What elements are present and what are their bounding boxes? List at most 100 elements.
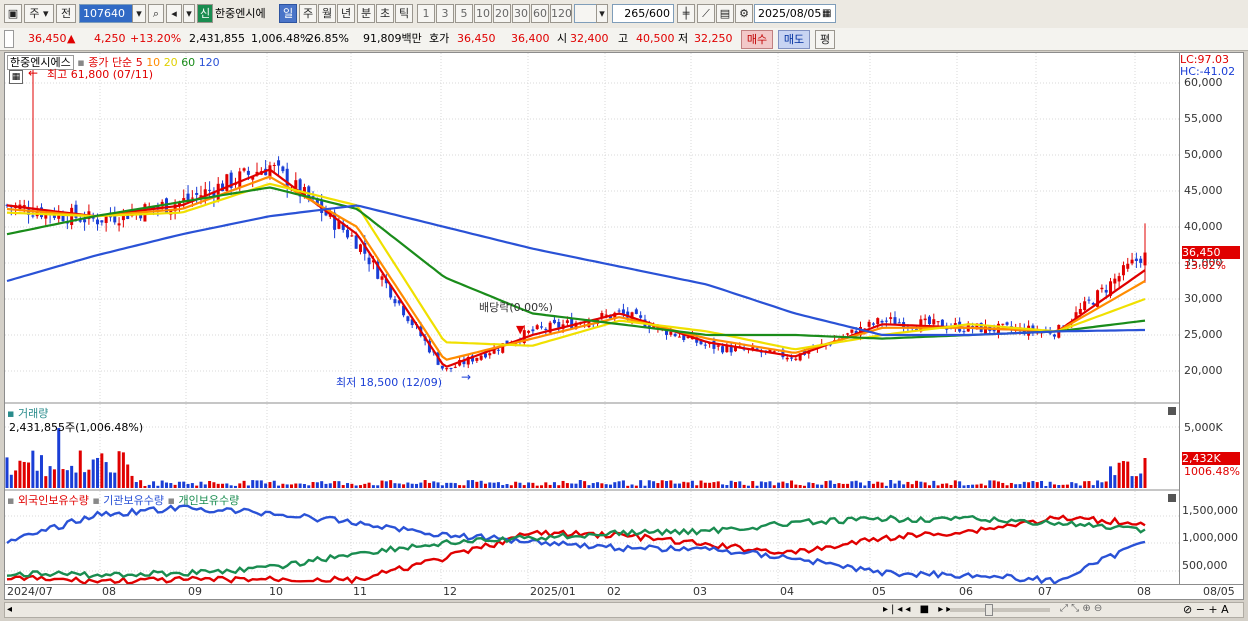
volume-bar [264,483,268,488]
zoom-controls[interactable]: ⊘ − + A [1183,603,1229,616]
volume-bar [78,450,82,488]
volume-bar [902,484,906,488]
minute-dropdown-icon[interactable]: ▾ [596,4,608,23]
volume-bar [134,482,138,488]
period-second-button[interactable]: 초 [376,4,394,23]
y-tick-label: 55,000 [1184,112,1223,125]
volume-bar [18,460,22,488]
min-arrow-icon: → [461,370,471,384]
volume-bar [596,482,600,488]
volume-bar [121,452,125,488]
scroll-left-icon[interactable]: ◂ [7,604,12,615]
volume-close-icon[interactable] [1168,407,1176,415]
candle-body [1052,334,1056,337]
volume-bar [272,480,276,488]
drawing-tools-icon[interactable]: ⤢ ⤡ ⊕ ⊖ [1060,603,1102,614]
candle-body [195,192,199,195]
volume-bar [453,483,457,488]
price-change: 4,250 [94,32,126,45]
settings-gear-icon[interactable]: ⚙ [735,4,753,23]
playback-controls[interactable]: ▸|◂◂ ■ ▸▸ [883,604,954,615]
chart-scrollbar[interactable]: ◂ ▸|◂◂ ■ ▸▸ ⤢ ⤡ ⊕ ⊖ ⊘ − + A [4,602,1244,618]
prev-button[interactable]: 전 [56,4,76,23]
candle [527,330,531,335]
volume-bar [673,483,677,488]
candle-body [242,168,246,171]
min-120-button[interactable]: 120 [550,4,572,23]
y-tick-label: 30,000 [1184,292,1223,305]
stock-code-input[interactable]: 107640 [79,4,137,23]
dividend-label: 배당락(0.00%) [479,301,553,314]
zoom-slider-thumb[interactable] [985,604,993,616]
volume-bar [315,482,319,488]
min-10-button[interactable]: 10 [474,4,492,23]
buy-button[interactable]: 매수 [741,30,773,49]
ma-60-label: 60 [181,56,196,69]
period-week-button[interactable]: 주 [299,4,317,23]
candle-type-icon[interactable]: ╪ [677,4,695,23]
volume-bar [604,484,608,488]
min-5-button[interactable]: 5 [455,4,473,23]
save-icon[interactable]: ▤ [716,4,734,23]
volume-bar [574,483,578,488]
period-day-button[interactable]: 일 [279,4,297,23]
grid-toggle-icon[interactable]: ▦ [9,70,23,84]
interval-type-select[interactable]: 주 ▾ [24,4,54,23]
quote-toggle[interactable] [4,30,14,48]
volume-bar [126,464,130,488]
min-3-button[interactable]: 3 [436,4,454,23]
speaker-icon[interactable]: ◂ [166,4,182,23]
candle [1052,333,1056,340]
volume-bar [626,485,630,488]
candle [466,355,470,369]
candle-body [1005,322,1009,325]
zoom-slider-track[interactable] [950,608,1050,612]
candle-body [794,358,798,360]
volume-bar [1005,485,1009,488]
code-dropdown-icon[interactable]: ▾ [132,4,146,23]
period-year-button[interactable]: 년 [337,4,355,23]
volume-bar [721,484,725,488]
volume-bar [690,480,694,488]
candle-body [186,193,190,201]
volume-bar [876,481,880,488]
candle [1005,321,1009,327]
volume-bar [27,462,31,488]
candle-body [346,229,350,238]
quote-bar: 36,450 ▲ 4,250 +13.20% 2,431,855 1,006.4… [0,28,1248,51]
holdings-close-icon[interactable] [1168,494,1176,502]
eval-button[interactable]: 평 [815,30,835,49]
chart-area[interactable]: → ← ▼ 한중엔시에스 ▪ 종가 단순 5 10 20 60 120 ▦ 최고… [4,52,1180,585]
data-count-input[interactable]: 265/600 [612,4,674,23]
period-tick-button[interactable]: 틱 [395,4,413,23]
volume-bar [320,481,324,488]
candle-body [889,317,893,319]
candle-body [557,321,561,328]
search-icon[interactable]: ⌕ [148,4,164,23]
candle-body [483,353,487,358]
calendar-icon[interactable]: ▦ [822,8,831,19]
volume-bar [302,484,306,488]
candle-body [190,197,194,199]
line-tool-icon[interactable]: ⟋ [697,4,715,23]
volume-bar [949,485,953,488]
volume-bar [1087,481,1091,488]
candle-body [380,276,384,280]
volume-bar [811,483,815,488]
min-60-button[interactable]: 60 [531,4,549,23]
volume-value: 2,431,855 [189,32,245,45]
volume-bar [1001,482,1005,488]
volume-bar [746,485,750,488]
period-minute-button[interactable]: 분 [357,4,375,23]
sell-button[interactable]: 매도 [778,30,810,49]
period-month-button[interactable]: 월 [318,4,336,23]
speaker-dropdown-icon[interactable]: ▾ [183,4,195,23]
min-1-button[interactable]: 1 [417,4,435,23]
min-20-button[interactable]: 20 [493,4,511,23]
layout-icon[interactable]: ▣ [4,4,22,23]
min-30-button[interactable]: 30 [512,4,530,23]
candle [729,342,733,356]
volume-bar [449,482,453,488]
trade-amount: 91,809백만 [363,32,422,45]
holdings-lines [6,504,1146,584]
